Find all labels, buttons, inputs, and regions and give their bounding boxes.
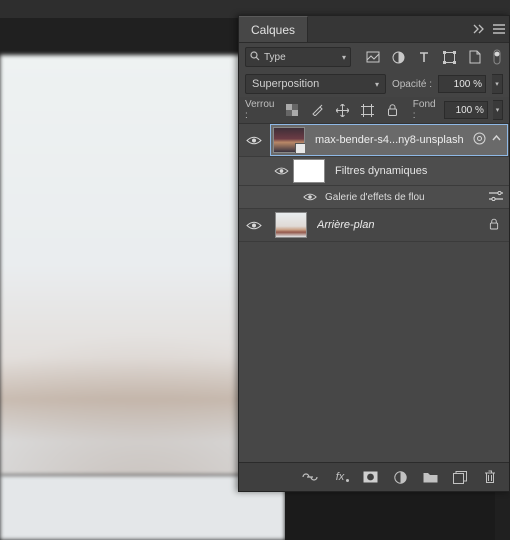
collapse-panel-button[interactable] bbox=[469, 16, 489, 42]
chevron-down-icon: ▾ bbox=[342, 53, 346, 62]
filter-effect-name: Galerie d'effets de flou bbox=[325, 192, 425, 203]
smart-filters-label: Filtres dynamiques bbox=[335, 165, 427, 177]
visibility-toggle[interactable] bbox=[269, 166, 293, 176]
fill-field[interactable]: 100 % bbox=[444, 101, 488, 119]
filter-type-dropdown[interactable]: Type ▾ bbox=[245, 47, 351, 67]
opacity-value: 100 % bbox=[454, 79, 482, 90]
panel-menu-button[interactable] bbox=[489, 16, 509, 42]
new-adjustment-icon[interactable] bbox=[391, 468, 409, 486]
filter-effect-row[interactable]: Galerie d'effets de flou bbox=[239, 186, 509, 209]
pasteboard-dark bbox=[285, 490, 495, 540]
blend-opacity-row: Superposition ▾ Opacité : 100 % ▾ bbox=[239, 71, 509, 97]
lock-icon[interactable] bbox=[489, 218, 509, 233]
visibility-toggle[interactable] bbox=[299, 192, 321, 202]
lock-label: Verrou : bbox=[245, 99, 277, 121]
opacity-label: Opacité : bbox=[392, 79, 432, 90]
lock-fill-row: Verrou : Fond : 100 % ▾ bbox=[239, 97, 509, 124]
search-icon bbox=[250, 51, 260, 64]
filter-toggle-switch[interactable] bbox=[491, 46, 503, 68]
collapse-filters-icon[interactable] bbox=[492, 134, 501, 146]
layer-fx-button[interactable]: fx bbox=[331, 468, 349, 486]
filter-pixel-icon[interactable] bbox=[363, 46, 383, 68]
panel-tab-bar: Calques bbox=[239, 16, 509, 43]
fill-dropdown[interactable]: ▾ bbox=[493, 100, 503, 120]
fill-label: Fond : bbox=[413, 99, 439, 121]
lock-position-icon[interactable] bbox=[332, 100, 352, 120]
layer-filter-row: Type ▾ bbox=[239, 43, 509, 71]
smart-filter-badge-icon bbox=[473, 132, 486, 148]
visibility-toggle[interactable] bbox=[239, 135, 269, 146]
filter-type-layer-icon[interactable] bbox=[414, 46, 434, 68]
filter-adjustment-icon[interactable] bbox=[389, 46, 409, 68]
lock-transparency-icon[interactable] bbox=[282, 100, 302, 120]
blend-mode-value: Superposition bbox=[252, 78, 319, 90]
tab-label: Calques bbox=[251, 23, 295, 37]
filter-shape-icon[interactable] bbox=[440, 46, 460, 68]
tab-layers[interactable]: Calques bbox=[239, 16, 308, 42]
layers-panel: Calques Type ▾ bbox=[238, 15, 510, 492]
filter-blending-options-icon[interactable] bbox=[489, 191, 503, 204]
filter-type-label: Type bbox=[264, 52, 338, 63]
opacity-dropdown[interactable]: ▾ bbox=[492, 74, 503, 94]
layers-list: max-bender-s4...ny8-unsplash Filtres dyn… bbox=[239, 124, 509, 462]
lock-artboard-icon[interactable] bbox=[357, 100, 377, 120]
panel-bottom-bar: fx bbox=[239, 462, 509, 491]
new-layer-icon[interactable] bbox=[451, 468, 469, 486]
new-group-icon[interactable] bbox=[421, 468, 439, 486]
smart-filters-row[interactable]: Filtres dynamiques bbox=[239, 157, 509, 186]
lock-all-icon[interactable] bbox=[383, 100, 403, 120]
layer-row[interactable]: max-bender-s4...ny8-unsplash bbox=[239, 124, 509, 157]
visibility-toggle[interactable] bbox=[239, 220, 269, 231]
filter-mask-thumbnail[interactable] bbox=[293, 159, 325, 183]
opacity-field[interactable]: 100 % bbox=[438, 75, 486, 93]
delete-layer-icon[interactable] bbox=[481, 468, 499, 486]
blend-mode-select[interactable]: Superposition ▾ bbox=[245, 74, 386, 94]
layer-thumbnail[interactable] bbox=[275, 212, 307, 238]
layer-thumbnail[interactable] bbox=[273, 127, 305, 153]
layer-row[interactable]: Arrière-plan bbox=[239, 209, 509, 242]
lock-pixels-icon[interactable] bbox=[307, 100, 327, 120]
chevron-down-icon: ▾ bbox=[375, 80, 379, 89]
add-mask-icon[interactable] bbox=[361, 468, 379, 486]
filter-smartobject-icon[interactable] bbox=[465, 46, 485, 68]
layer-name[interactable]: max-bender-s4...ny8-unsplash bbox=[315, 134, 473, 146]
link-layers-icon[interactable] bbox=[301, 468, 319, 486]
layer-name[interactable]: Arrière-plan bbox=[317, 219, 489, 231]
fill-value: 100 % bbox=[456, 105, 484, 116]
